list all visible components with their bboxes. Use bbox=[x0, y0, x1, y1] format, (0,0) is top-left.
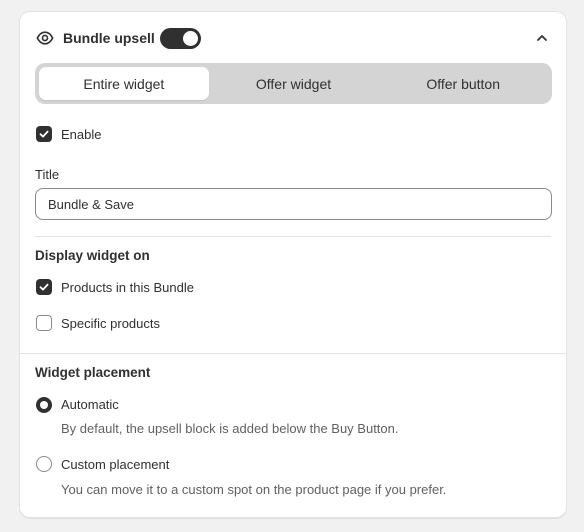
placement-section-title: Widget placement bbox=[35, 365, 151, 380]
tab-entire-widget[interactable]: Entire widget bbox=[39, 67, 209, 100]
enable-label: Enable bbox=[61, 127, 102, 142]
products-in-bundle-checkbox[interactable] bbox=[36, 279, 52, 295]
specific-products-checkbox[interactable] bbox=[36, 315, 52, 331]
section-title: Bundle upsell bbox=[63, 30, 155, 46]
title-field-label: Title bbox=[35, 167, 60, 182]
title-input[interactable] bbox=[35, 188, 552, 220]
products-in-bundle-label: Products in this Bundle bbox=[61, 280, 194, 295]
automatic-help-text: By default, the upsell block is added be… bbox=[61, 421, 399, 436]
custom-placement-radio[interactable] bbox=[36, 456, 52, 472]
custom-placement-label: Custom placement bbox=[61, 457, 170, 472]
custom-placement-help-text: You can move it to a custom spot on the … bbox=[61, 482, 447, 497]
visibility-toggle[interactable] bbox=[160, 28, 201, 49]
bundle-upsell-card: Bundle upsell Entire widget Offer widget… bbox=[19, 11, 567, 518]
radio-dot bbox=[40, 401, 48, 409]
tab-offer-button[interactable]: Offer button bbox=[378, 67, 548, 100]
specific-products-label: Specific products bbox=[61, 316, 160, 331]
checkmark-icon bbox=[39, 130, 49, 138]
automatic-label: Automatic bbox=[61, 397, 119, 412]
toggle-knob bbox=[183, 31, 198, 46]
chevron-up-icon[interactable] bbox=[536, 32, 548, 44]
enable-checkbox[interactable] bbox=[36, 126, 52, 142]
eye-icon bbox=[36, 31, 54, 45]
tab-offer-widget[interactable]: Offer widget bbox=[209, 67, 379, 100]
display-section-title: Display widget on bbox=[35, 248, 150, 263]
divider bbox=[35, 236, 551, 237]
checkmark-icon bbox=[39, 283, 49, 291]
card-header: Bundle upsell bbox=[20, 12, 566, 64]
divider bbox=[20, 353, 566, 354]
automatic-radio[interactable] bbox=[36, 397, 52, 413]
tab-group: Entire widget Offer widget Offer button bbox=[35, 63, 552, 104]
